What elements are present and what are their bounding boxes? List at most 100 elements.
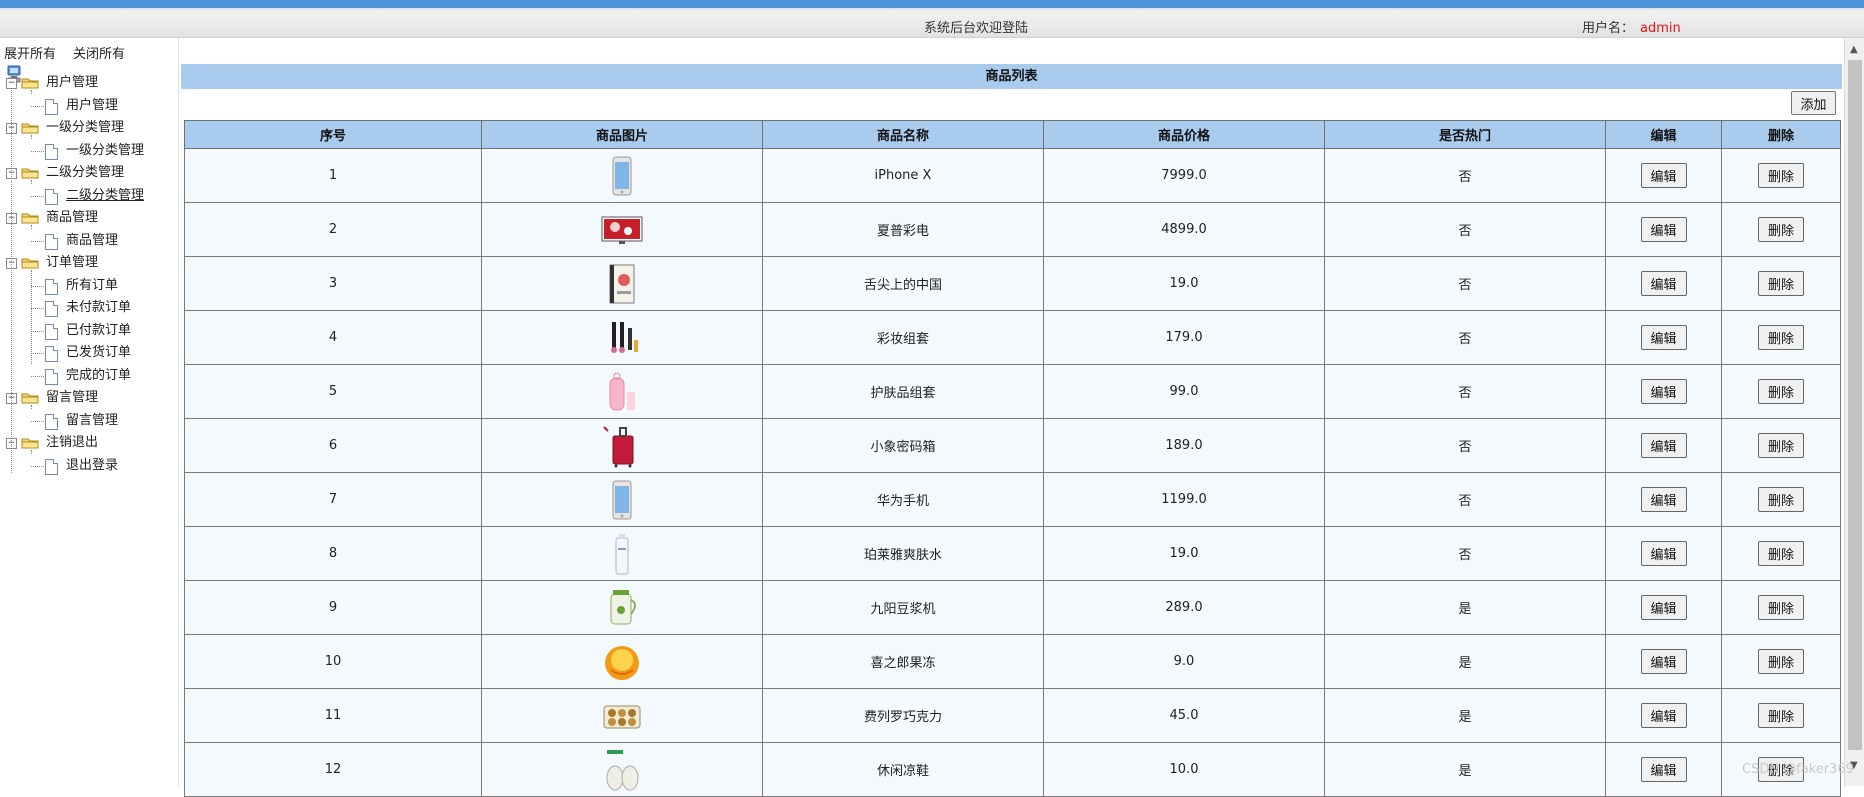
- tree-connector: [31, 90, 32, 95]
- tree-item-label: 已发货订单: [66, 345, 132, 360]
- edit-button[interactable]: 编辑: [1640, 487, 1687, 512]
- edit-button[interactable]: 编辑: [1640, 271, 1687, 296]
- edit-button[interactable]: 编辑: [1640, 649, 1687, 674]
- user-name: admin: [1640, 21, 1681, 36]
- tree-item-4-1[interactable]: 未付款订单: [0, 297, 178, 319]
- product-price: 7999.0: [1043, 148, 1325, 203]
- tree-group-0[interactable]: − 用户管理: [0, 72, 178, 94]
- product-image-cell: [481, 472, 763, 527]
- folder-icon: [21, 258, 39, 269]
- product-image-cell: [481, 580, 763, 635]
- tree-connector: [31, 353, 44, 354]
- product-hot: 否: [1324, 148, 1606, 203]
- edit-button[interactable]: 编辑: [1640, 325, 1687, 350]
- product-hot: 否: [1324, 526, 1606, 581]
- tree-item-label: 二级分类管理: [66, 187, 145, 203]
- add-button[interactable]: 添加: [1791, 91, 1836, 115]
- edit-button[interactable]: 编辑: [1640, 217, 1687, 242]
- delete-button[interactable]: 删除: [1758, 649, 1804, 674]
- edit-button[interactable]: 编辑: [1640, 757, 1687, 782]
- product-name: 华为手机: [762, 472, 1044, 527]
- vertical-scrollbar[interactable]: ▲ ▼: [1844, 38, 1864, 786]
- page-icon: [45, 233, 58, 250]
- delete-cell: 删除: [1721, 148, 1841, 203]
- tree-group-label: 商品管理: [46, 210, 99, 225]
- tree-group-2[interactable]: − 二级分类管理: [0, 162, 178, 184]
- edit-button[interactable]: 编辑: [1640, 595, 1687, 620]
- column-header-id: 序号: [184, 120, 482, 149]
- tree-group-1[interactable]: − 一级分类管理: [0, 117, 178, 139]
- tree-group-3[interactable]: − 商品管理: [0, 207, 178, 229]
- product-image-cell: [481, 742, 763, 797]
- tree-group-5[interactable]: − 留言管理: [0, 387, 178, 409]
- tree-item-6-0[interactable]: 退出登录: [0, 455, 178, 477]
- chocolate-thumbnail: [603, 705, 641, 728]
- phone-thumbnail: [612, 156, 632, 195]
- table-row: 9 九阳豆浆机 289.0 是 编辑 删除: [184, 580, 1841, 635]
- expand-all-link[interactable]: 展开所有: [4, 43, 56, 62]
- table-row: 2 夏普彩电 4899.0 否 编辑 删除: [184, 202, 1841, 257]
- product-price: 19.0: [1043, 526, 1325, 581]
- delete-button[interactable]: 删除: [1758, 271, 1804, 296]
- scrollbar-thumb[interactable]: [1848, 60, 1862, 750]
- tree-item-2-0[interactable]: 二级分类管理: [0, 185, 178, 207]
- product-price: 189.0: [1043, 418, 1325, 473]
- tree-connector: [31, 285, 44, 287]
- product-hot: 否: [1324, 418, 1606, 473]
- tree-item-label: 所有订单: [66, 277, 119, 293]
- edit-button[interactable]: 编辑: [1640, 541, 1687, 566]
- page-icon: [45, 143, 58, 160]
- tree-group-6[interactable]: − 注销退出: [0, 432, 178, 454]
- table-row: 8 珀莱雅爽肤水 19.0 否 编辑 删除: [184, 526, 1841, 581]
- delete-button[interactable]: 删除: [1758, 217, 1804, 242]
- product-price: 10.0: [1043, 742, 1325, 797]
- tree-item-4-0[interactable]: 所有订单: [0, 275, 178, 297]
- tree-item-4-2[interactable]: 已付款订单: [0, 320, 178, 342]
- product-id: 5: [184, 364, 482, 419]
- expand-toggle-icon[interactable]: −: [6, 78, 17, 89]
- tree-item-label: 商品管理: [66, 232, 119, 248]
- tree-item-4-3[interactable]: 已发货订单: [0, 342, 178, 364]
- main-content: 商品列表 添加 序号 商品图片 商品名称 商品价格 是否热门 编辑 删除 1 iP…: [179, 38, 1844, 797]
- delete-button[interactable]: 删除: [1758, 703, 1804, 728]
- delete-button[interactable]: 删除: [1758, 541, 1804, 566]
- delete-button[interactable]: 删除: [1758, 163, 1804, 188]
- product-id: 10: [184, 634, 482, 689]
- product-price: 1199.0: [1043, 472, 1325, 527]
- collapse-all-link[interactable]: 关闭所有: [73, 43, 125, 62]
- edit-cell: 编辑: [1605, 526, 1722, 581]
- table-row: 4 彩妆组套 179.0 否 编辑 删除: [184, 310, 1841, 365]
- tree-connector: [31, 105, 44, 107]
- delete-button[interactable]: 删除: [1758, 487, 1804, 512]
- tree-item-1-0[interactable]: 一级分类管理: [0, 140, 178, 162]
- delete-button[interactable]: 删除: [1758, 325, 1804, 350]
- folder-icon: [21, 213, 39, 224]
- edit-button[interactable]: 编辑: [1640, 433, 1687, 458]
- product-id: 12: [184, 742, 482, 797]
- tree-item-label: 用户管理: [66, 97, 119, 113]
- tree-item-5-0[interactable]: 留言管理: [0, 410, 178, 432]
- product-id: 6: [184, 418, 482, 473]
- sandals-thumbnail: [606, 749, 639, 790]
- tree-group-4[interactable]: − 订单管理: [0, 252, 178, 274]
- product-name: iPhone X: [762, 148, 1044, 203]
- product-id: 7: [184, 472, 482, 527]
- edit-button[interactable]: 编辑: [1640, 703, 1687, 728]
- edit-button[interactable]: 编辑: [1640, 163, 1687, 188]
- table-row: 6 小象密码箱 189.0 否 编辑 删除: [184, 418, 1841, 473]
- scroll-up-icon[interactable]: ▲: [1850, 44, 1858, 55]
- watermark: CSDN @faker369: [1742, 762, 1854, 777]
- delete-button[interactable]: 删除: [1758, 595, 1804, 620]
- product-hot: 否: [1324, 310, 1606, 365]
- edit-button[interactable]: 编辑: [1640, 379, 1687, 404]
- page-icon: [45, 413, 58, 430]
- list-title: 商品列表: [181, 64, 1842, 89]
- delete-button[interactable]: 删除: [1758, 433, 1804, 458]
- tree-connector: [31, 180, 32, 185]
- tree-connector: [31, 465, 44, 467]
- tree-item-3-0[interactable]: 商品管理: [0, 230, 178, 252]
- tree-item-0-0[interactable]: 用户管理: [0, 95, 178, 117]
- delete-button[interactable]: 删除: [1758, 379, 1804, 404]
- tree-item-4-4[interactable]: 完成的订单: [0, 365, 178, 387]
- product-image-cell: [481, 364, 763, 419]
